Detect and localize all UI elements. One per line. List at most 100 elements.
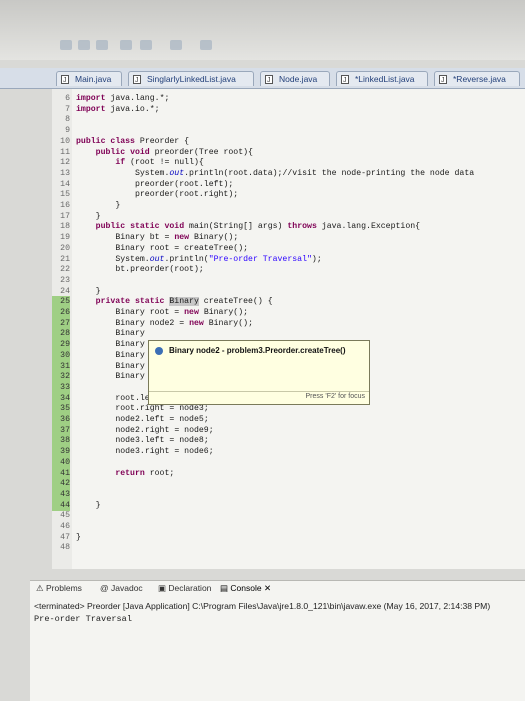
tab-reverse-java[interactable]: *Reverse.java bbox=[434, 71, 520, 88]
code-text: if (root != null){ bbox=[115, 158, 204, 168]
toolbar-button-icon[interactable] bbox=[140, 40, 152, 50]
code-line[interactable]: 8 bbox=[52, 114, 525, 125]
line-number: 41 bbox=[52, 467, 70, 479]
code-line[interactable]: 48 bbox=[52, 542, 525, 553]
code-line[interactable]: 46 bbox=[52, 521, 525, 532]
code-line[interactable]: 7 import java.io.*; bbox=[52, 104, 525, 115]
code-line[interactable]: 39 node3.right = node6; bbox=[52, 446, 525, 458]
line-number: 33 bbox=[52, 381, 70, 393]
code-text: preorder(root.right); bbox=[134, 190, 239, 200]
declaration-icon: ▣ bbox=[158, 583, 167, 593]
code-line[interactable]: 23 bbox=[52, 275, 525, 286]
line-number: 48 bbox=[60, 543, 70, 553]
tab-node-java[interactable]: Node.java bbox=[260, 71, 330, 88]
tab-declaration[interactable]: ▣ Declaration bbox=[158, 580, 211, 596]
toolbar-button-icon[interactable] bbox=[96, 40, 108, 50]
line-number: 39 bbox=[52, 446, 70, 458]
line-number: 25 bbox=[52, 296, 70, 308]
code-text: System.out.println(root.data);//visit th… bbox=[134, 168, 475, 178]
tab-console[interactable]: ▤ Console ✕ bbox=[220, 580, 271, 596]
code-line[interactable]: 22 bt.preorder(root); bbox=[52, 264, 525, 275]
tab-main-java[interactable]: Main.java bbox=[56, 71, 122, 88]
code-text: } bbox=[95, 286, 101, 296]
code-line[interactable]: 36 node2.left = node5; bbox=[52, 414, 525, 425]
code-text: Binary bbox=[115, 361, 145, 371]
code-line[interactable]: 27 Binary node2 = new Binary(); bbox=[52, 317, 525, 329]
code-line[interactable]: 15 preorder(root.right); bbox=[52, 189, 525, 200]
code-line[interactable]: 17 } bbox=[52, 211, 525, 222]
code-line[interactable]: 37 node2.right = node9; bbox=[52, 424, 525, 436]
code-line[interactable]: 40 bbox=[52, 456, 525, 468]
code-text: Binary bt = new Binary(); bbox=[115, 233, 239, 243]
code-line[interactable]: 10 public class Preorder { bbox=[52, 136, 525, 147]
code-line[interactable]: 24 } bbox=[52, 286, 525, 297]
tab-label: Node.java bbox=[279, 74, 318, 84]
code-text: Binary bbox=[115, 350, 145, 360]
code-line[interactable]: 44 } bbox=[52, 499, 525, 511]
line-number: 6 bbox=[65, 94, 70, 103]
line-number: 46 bbox=[60, 522, 70, 531]
line-number: 17 bbox=[60, 211, 70, 221]
line-number: 16 bbox=[60, 201, 70, 210]
code-text: Binary bbox=[115, 372, 145, 382]
code-line[interactable]: 42 bbox=[52, 478, 525, 490]
line-number: 11 bbox=[60, 147, 70, 157]
line-number: 30 bbox=[52, 349, 70, 361]
toolbar-button-icon[interactable] bbox=[120, 40, 132, 50]
local-variable-icon bbox=[155, 347, 163, 355]
tab-singly-linked-list-java[interactable]: SinglarlyLinkedList.java bbox=[128, 71, 254, 88]
code-line[interactable]: 43 bbox=[52, 488, 525, 500]
code-text: node3.right = node6; bbox=[115, 447, 214, 457]
code-line[interactable]: 41 return root; bbox=[52, 467, 525, 479]
code-line[interactable]: 6 import java.lang.*; bbox=[52, 93, 525, 104]
line-number: 34 bbox=[52, 392, 70, 404]
tab-javadoc[interactable]: @ Javadoc bbox=[100, 580, 143, 596]
code-text: import java.io.*; bbox=[76, 104, 160, 114]
line-number: 27 bbox=[52, 317, 70, 329]
code-line[interactable]: 28 Binary bbox=[52, 328, 525, 340]
line-number: 15 bbox=[60, 190, 70, 200]
tab-label: Main.java bbox=[75, 74, 112, 84]
line-number: 35 bbox=[52, 403, 70, 415]
tab-linked-list-java[interactable]: *LinkedList.java bbox=[336, 71, 428, 88]
code-line[interactable]: 21 System.out.println("Pre-order Travers… bbox=[52, 254, 525, 265]
code-text: preorder(root.left); bbox=[134, 179, 234, 189]
code-line[interactable]: 20 Binary root = createTree(); bbox=[52, 243, 525, 254]
code-line[interactable]: 12 if (root != null){ bbox=[52, 157, 525, 168]
code-line[interactable]: 9 bbox=[52, 125, 525, 136]
code-line[interactable]: 16 } bbox=[52, 200, 525, 211]
code-line[interactable]: 13 System.out.println(root.data);//visit… bbox=[52, 168, 525, 179]
code-line[interactable]: 45 bbox=[52, 510, 525, 521]
code-line[interactable]: 14 preorder(root.left); bbox=[52, 179, 525, 190]
code-line[interactable]: 18 public static void main(String[] args… bbox=[52, 221, 525, 232]
code-line[interactable]: 11 public void preorder(Tree root){ bbox=[52, 147, 525, 158]
line-number: 12 bbox=[60, 158, 70, 168]
line-number: 7 bbox=[65, 104, 70, 114]
toolbar-button-icon[interactable] bbox=[60, 40, 72, 50]
tab-label: Console bbox=[230, 583, 262, 593]
code-line[interactable]: 26 Binary root = new Binary(); bbox=[52, 307, 525, 318]
console-panel bbox=[30, 580, 525, 701]
code-line[interactable]: 25 private static Binary createTree() { bbox=[52, 296, 525, 308]
tab-problems[interactable]: ⚠ Problems bbox=[36, 580, 82, 596]
tab-label: Problems bbox=[46, 583, 82, 593]
line-number: 31 bbox=[52, 360, 70, 372]
line-number: 14 bbox=[60, 179, 70, 189]
code-line[interactable]: 47} bbox=[52, 532, 525, 543]
javadoc-icon: @ bbox=[100, 583, 109, 593]
toolbar-button-icon[interactable] bbox=[170, 40, 182, 50]
code-line[interactable]: 19 Binary bt = new Binary(); bbox=[52, 232, 525, 243]
line-number: 19 bbox=[60, 233, 70, 243]
tab-label: *Reverse.java bbox=[453, 74, 506, 84]
line-number: 32 bbox=[52, 371, 70, 383]
line-number: 36 bbox=[52, 414, 70, 425]
tab-label: Declaration bbox=[168, 583, 212, 593]
java-file-icon bbox=[439, 73, 447, 88]
line-number: 13 bbox=[60, 168, 70, 178]
close-icon[interactable]: ✕ bbox=[264, 583, 271, 593]
code-text: private static Binary createTree() { bbox=[95, 297, 273, 307]
toolbar-button-icon[interactable] bbox=[78, 40, 90, 50]
console-output: Pre-order Traversal bbox=[34, 614, 132, 624]
toolbar-button-icon[interactable] bbox=[200, 40, 212, 50]
code-line[interactable]: 38 node3.left = node8; bbox=[52, 435, 525, 447]
